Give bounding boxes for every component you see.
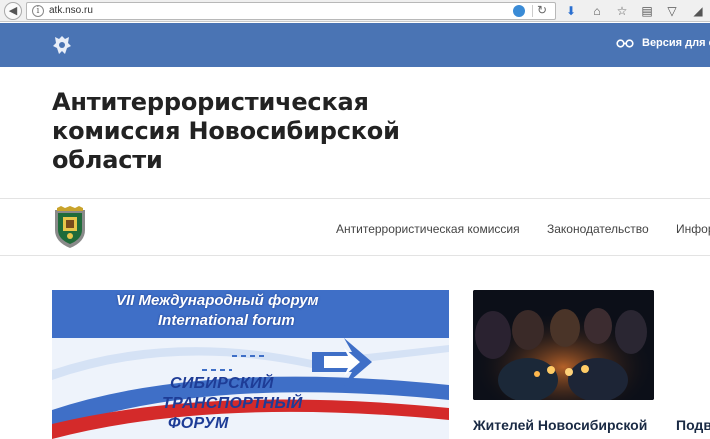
bookmark-star-icon[interactable]: ☆ xyxy=(614,3,630,19)
news-headline-2[interactable]: Подв xyxy=(676,417,710,433)
main-navigation: Антитеррористическая комиссия Законодате… xyxy=(336,222,710,236)
page-title: Антитеррористическая комиссия Новосибирс… xyxy=(52,88,412,175)
banner-big-line: ТРАНСПОРТНЫЙ xyxy=(162,395,303,412)
page-title-line: области xyxy=(52,146,163,174)
page-title-line: комиссия Новосибирской xyxy=(52,117,400,145)
reading-list-icon[interactable]: ▤ xyxy=(639,3,655,19)
forum-banner[interactable]: VII Международный форум International fo… xyxy=(52,290,449,439)
browser-toolbar: ◀ i atk.nso.ru ↻ ⬇ ⌂ ☆ ▤ ▽ ◢ xyxy=(0,0,710,22)
address-separator xyxy=(532,5,533,17)
info-icon[interactable]: i xyxy=(32,5,44,17)
glasses-icon xyxy=(616,38,634,48)
accessibility-label[interactable]: Версия для сл xyxy=(642,37,710,49)
russia-emblem-icon xyxy=(53,36,71,54)
pocket-icon[interactable]: ▽ xyxy=(664,3,680,19)
banner-big-line: СИБИРСКИЙ xyxy=(170,375,274,392)
page-title-line: Антитеррористическая xyxy=(52,88,369,116)
banner-big-line: ФОРУМ xyxy=(168,415,229,432)
send-icon[interactable]: ◢ xyxy=(690,3,706,19)
address-text[interactable]: atk.nso.ru xyxy=(49,5,93,16)
top-bar: Версия для сл xyxy=(0,23,710,67)
extension-icon[interactable] xyxy=(513,5,525,17)
news-headline[interactable]: Жителей Новосибирской xyxy=(473,417,647,433)
news-photo[interactable] xyxy=(473,290,654,400)
back-arrow-icon[interactable]: ◀ xyxy=(4,2,22,20)
banner-line-2: International forum xyxy=(158,312,295,329)
coat-of-arms-logo[interactable] xyxy=(52,206,88,250)
candlelight-crowd-image xyxy=(473,290,654,400)
download-icon[interactable]: ⬇ xyxy=(563,3,579,19)
divider xyxy=(0,198,710,199)
accessibility-version-link[interactable]: Версия для сл xyxy=(616,37,710,49)
divider xyxy=(0,255,710,256)
nav-item-legislation[interactable]: Законодательство xyxy=(547,222,649,236)
home-icon[interactable]: ⌂ xyxy=(589,3,605,19)
reload-icon[interactable]: ↻ xyxy=(537,3,547,17)
nav-item-information[interactable]: Информ xyxy=(676,222,710,236)
address-bar[interactable]: i atk.nso.ru ↻ xyxy=(26,2,556,20)
nav-item-commission[interactable]: Антитеррористическая комиссия xyxy=(336,222,520,236)
banner-line-1: VII Международный форум xyxy=(116,292,319,309)
